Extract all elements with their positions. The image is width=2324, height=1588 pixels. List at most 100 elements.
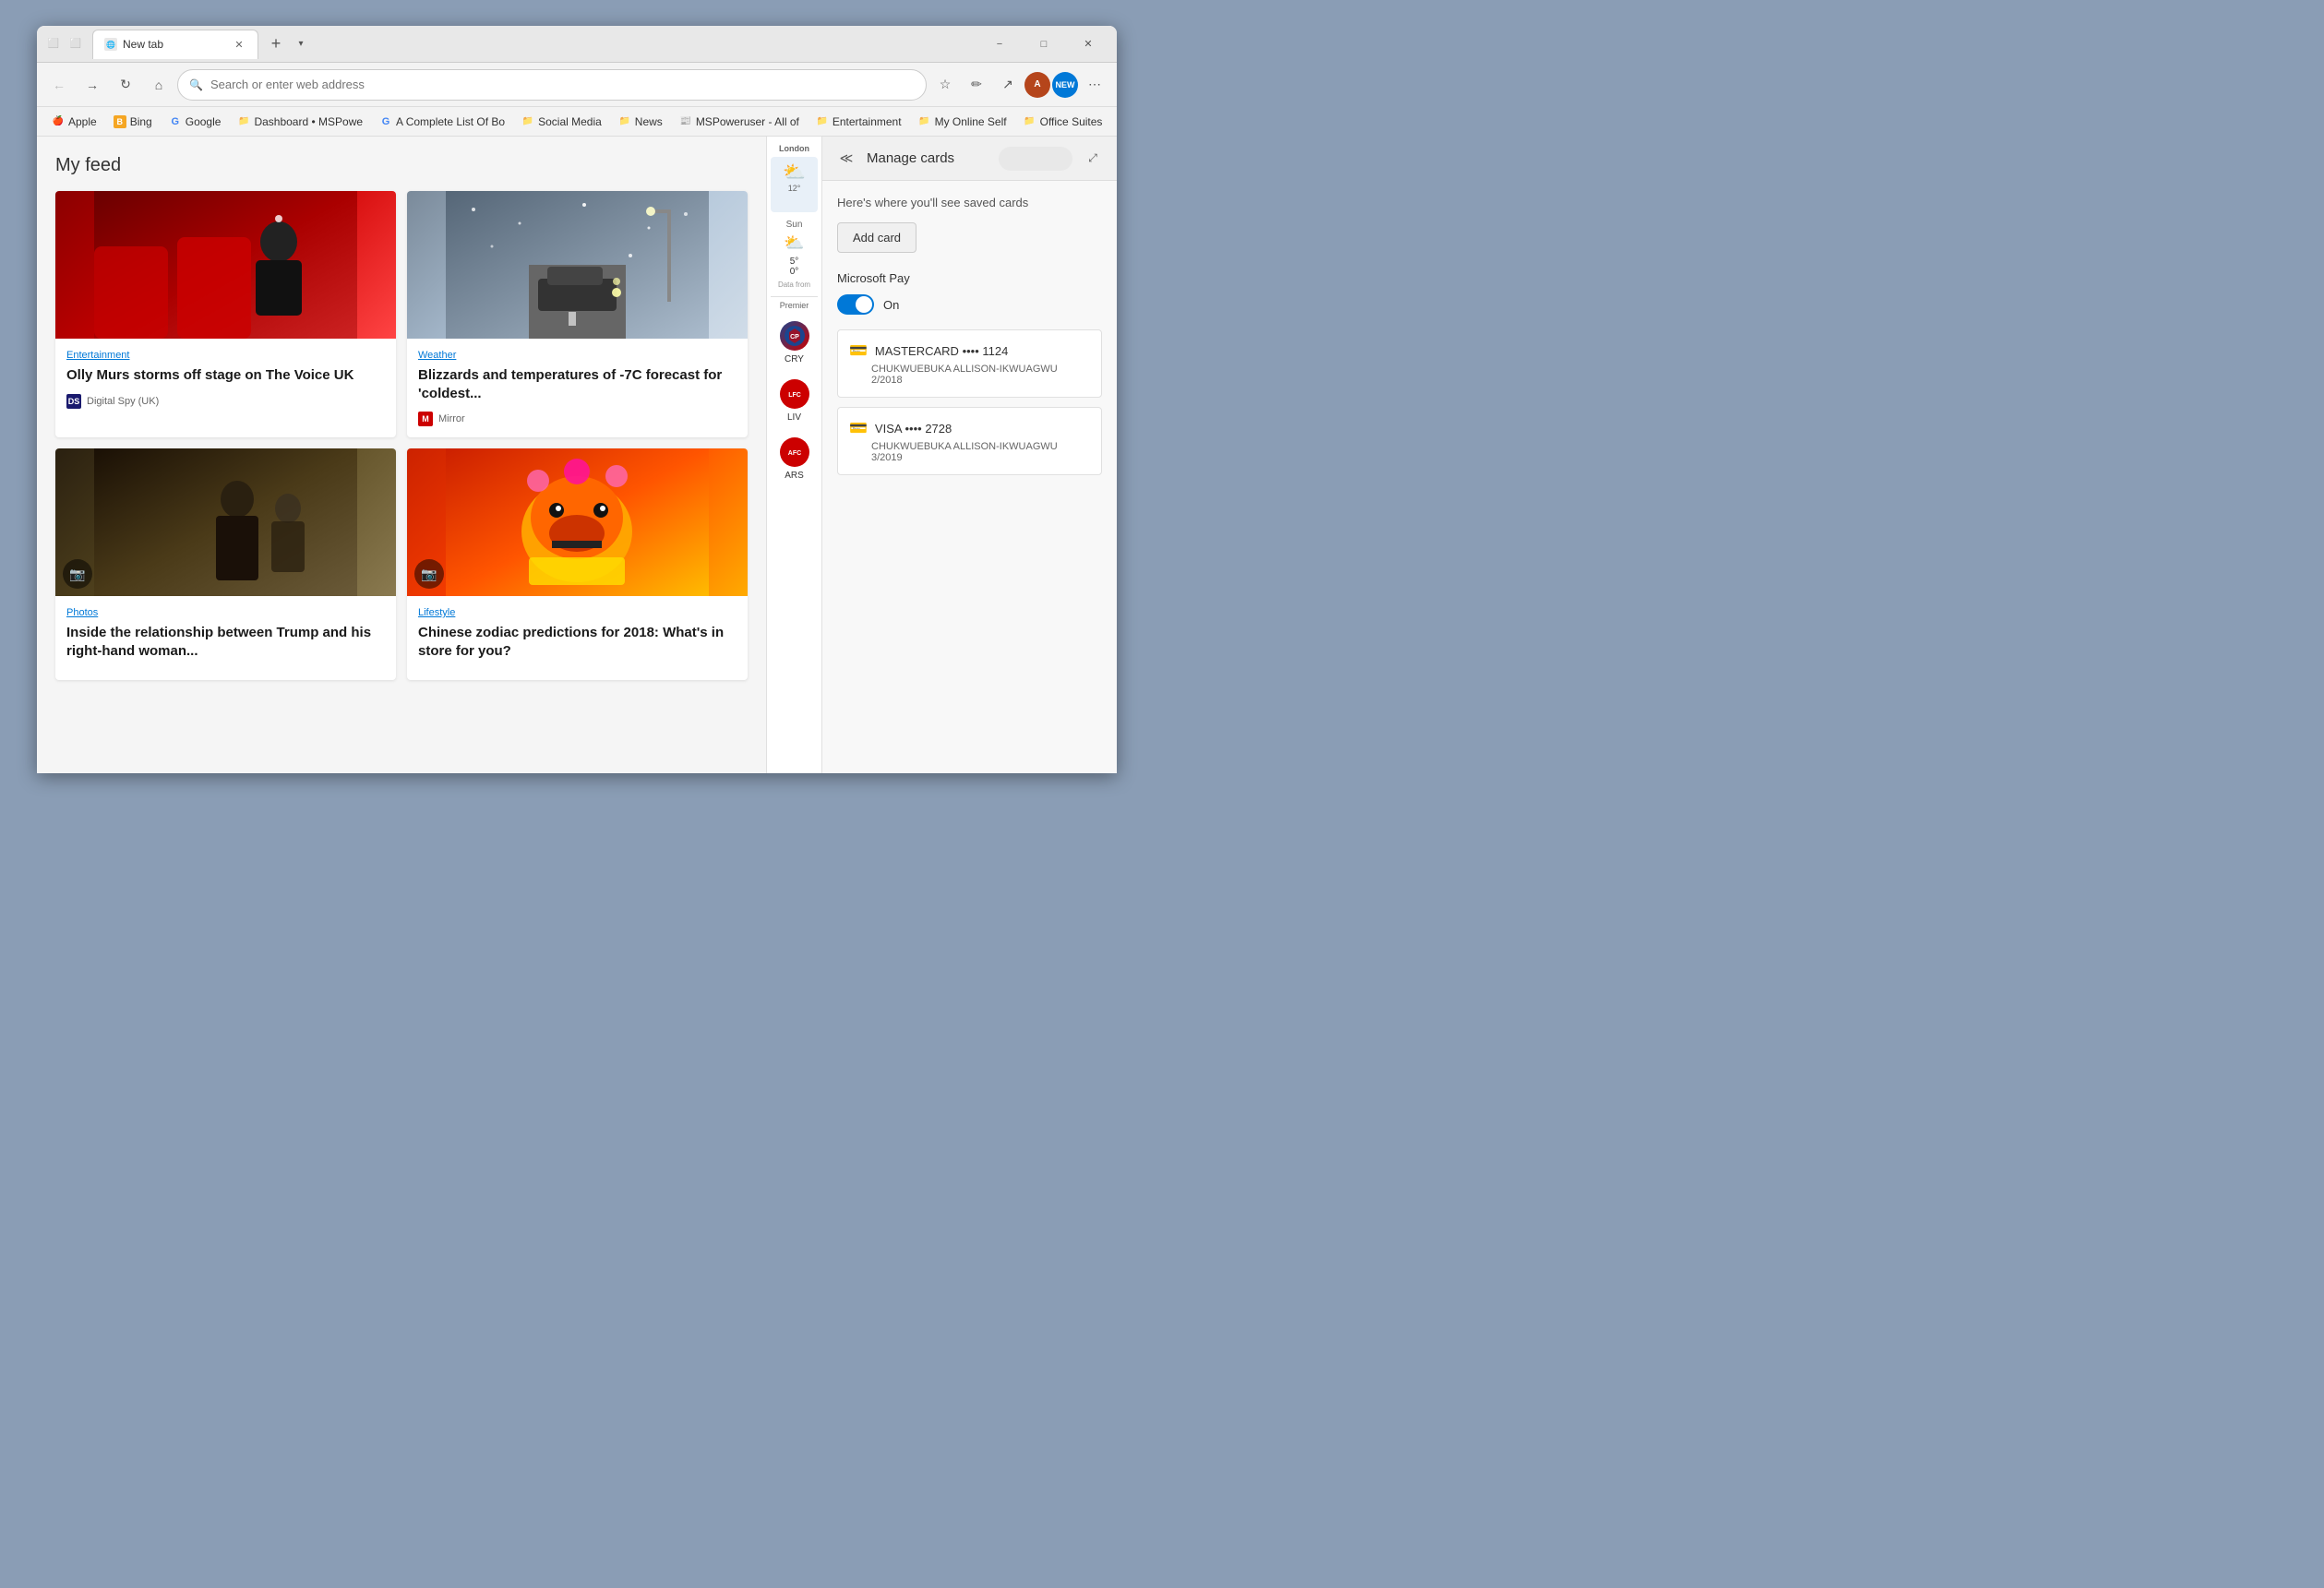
bookmark-dashboard[interactable]: 📁 Dashboard • MSPowe	[230, 113, 370, 131]
weather-data-source: Data from	[771, 281, 818, 289]
feed-card-4[interactable]: 📷 Lifestyle Chinese zodiac predictions f…	[407, 448, 748, 680]
team-liv[interactable]: LFC LIV	[771, 372, 818, 430]
team-cry-badge: CP	[780, 321, 809, 351]
bookmark-google[interactable]: G Google	[162, 113, 229, 131]
weather-forecast: Sun ⛅ 5° 0°	[771, 220, 818, 277]
card2-source-logo: M	[418, 412, 433, 426]
panel-expand-btn[interactable]: ⤢	[1080, 146, 1106, 172]
forecast-high: 5°	[771, 257, 818, 267]
msp-favicon: 📰	[679, 115, 692, 128]
feed-title: My feed	[55, 155, 748, 176]
team-ars[interactable]: AFC ARS	[771, 430, 818, 488]
bookmark-completelist-label: A Complete List Of Bo	[396, 115, 505, 128]
card-mc-dots: ••••	[963, 344, 979, 358]
card-visa-number: VISA •••• 2728	[875, 422, 952, 436]
bookmark-bing[interactable]: B Bing	[106, 113, 160, 131]
card3-image: 📷	[55, 448, 396, 596]
tab-dropdown-btn[interactable]: ▾	[290, 33, 312, 55]
refresh-btn[interactable]: ↻	[111, 70, 140, 100]
address-input[interactable]	[210, 78, 915, 91]
bookmark-entertainment[interactable]: 📁 Entertainment	[809, 113, 909, 131]
window-buttons: − □ ✕	[978, 30, 1109, 59]
sports-section-label: Premier	[771, 301, 818, 310]
share-btn[interactable]: ↗	[993, 70, 1023, 100]
new-badge[interactable]: NEW	[1052, 72, 1078, 98]
forecast-label: Sun	[771, 220, 818, 230]
card3-category[interactable]: Photos	[66, 607, 385, 618]
card-mc-last4: 1124	[982, 344, 1008, 358]
card-mc-header: 💳 MASTERCARD •••• 1124	[849, 341, 1090, 360]
svg-text:AFC: AFC	[787, 450, 800, 457]
feed-card-3[interactable]: 📷 Photos Inside the relationship between…	[55, 448, 396, 680]
weather-widget: London ⛅ 12° Sun ⛅ 5° 0° Data from	[771, 144, 818, 289]
maximize-btn[interactable]: □	[1023, 30, 1065, 59]
panel-title: Manage cards	[867, 150, 991, 166]
forecast-icon: ⛅	[771, 233, 818, 253]
active-tab[interactable]: 🌐 New tab ✕	[92, 30, 258, 59]
panel-back-btn[interactable]: ≪	[833, 146, 859, 172]
card2-category[interactable]: Weather	[418, 350, 737, 361]
bookmarks-bar: 🍎 Apple B Bing G Google 📁 Dashboard • MS…	[37, 107, 1117, 137]
card4-title: Chinese zodiac predictions for 2018: Wha…	[418, 624, 737, 660]
bookmark-apple[interactable]: 🍎 Apple	[44, 113, 104, 131]
google-favicon-2: G	[379, 115, 392, 128]
bookmark-dashboard-label: Dashboard • MSPowe	[254, 115, 363, 128]
bookmark-officesuites-label: Office Suites	[1040, 115, 1103, 128]
back-page-btn[interactable]: ⬜	[44, 35, 63, 54]
team-cry[interactable]: CP CRY	[771, 314, 818, 372]
forecast-low: 0°	[771, 267, 818, 277]
bookmark-officesuites[interactable]: 📁 Office Suites	[1016, 113, 1110, 131]
bookmark-mspoweruser[interactable]: 📰 MSPoweruser - All of	[672, 113, 807, 131]
folder-icon-entertainment: 📁	[816, 115, 829, 128]
svg-text:🌐: 🌐	[106, 40, 115, 49]
feed-card-2[interactable]: Weather Blizzards and temperatures of -7…	[407, 191, 748, 437]
tab-close-btn[interactable]: ✕	[232, 37, 246, 52]
team-ars-badge: AFC	[780, 437, 809, 467]
bookmark-apple-label: Apple	[68, 115, 97, 128]
card2-title: Blizzards and temperatures of -7C foreca…	[418, 366, 737, 402]
forward-page-btn[interactable]: ⬜	[66, 35, 85, 54]
card1-source-name: Digital Spy (UK)	[87, 396, 159, 407]
bookmark-myonlineself[interactable]: 📁 My Online Self	[911, 113, 1014, 131]
card-entry-mastercard: 💳 MASTERCARD •••• 1124 CHUKWUEBUKA ALLIS…	[837, 329, 1102, 398]
card3-camera-icon: 📷	[63, 559, 92, 589]
feed-card-1[interactable]: Entertainment Olly Murs storms off stage…	[55, 191, 396, 437]
bookmark-news-label: News	[635, 115, 663, 128]
weather-location: London	[771, 144, 818, 153]
tab-favicon: 🌐	[104, 38, 117, 51]
bookmarks-more-btn[interactable]: »	[1111, 112, 1117, 132]
panel-subtitle: Here's where you'll see saved cards	[837, 196, 1102, 209]
team-ars-abbr: ARS	[785, 471, 804, 481]
card-visa-expiry: 3/2019	[871, 452, 1090, 463]
more-btn[interactable]: ⋯	[1080, 70, 1109, 100]
profile-btn[interactable]: A	[1024, 72, 1050, 98]
microsoft-pay-toggle[interactable]	[837, 294, 874, 315]
address-bar[interactable]: 🔍	[177, 69, 927, 101]
bookmark-socialmedia[interactable]: 📁 Social Media	[514, 113, 609, 131]
card-mc-expiry: 2/2018	[871, 375, 1090, 386]
bookmark-bing-label: Bing	[130, 115, 152, 128]
tab-title: New tab	[123, 38, 226, 51]
team-cry-abbr: CRY	[785, 354, 804, 364]
forward-btn[interactable]: →	[78, 70, 107, 100]
home-btn[interactable]: ⌂	[144, 70, 174, 100]
favorites-btn[interactable]: ☆	[930, 70, 960, 100]
tab-bar: 🌐 New tab ✕ + ▾	[92, 30, 978, 59]
card4-image: 📷	[407, 448, 748, 596]
close-btn[interactable]: ✕	[1067, 30, 1109, 59]
notes-btn[interactable]: ✏	[962, 70, 991, 100]
bookmark-news[interactable]: 📁 News	[611, 113, 670, 131]
new-tab-btn[interactable]: +	[262, 30, 290, 58]
team-liv-abbr: LIV	[787, 412, 801, 423]
folder-icon-news: 📁	[618, 115, 631, 128]
bookmark-mspoweruser-label: MSPoweruser - All of	[696, 115, 799, 128]
minimize-btn[interactable]: −	[978, 30, 1021, 59]
feed-area: My feed	[37, 137, 766, 773]
card4-category[interactable]: Lifestyle	[418, 607, 737, 618]
bookmark-completelist[interactable]: G A Complete List Of Bo	[372, 113, 512, 131]
card1-category[interactable]: Entertainment	[66, 350, 385, 361]
card-entry-visa: 💳 VISA •••• 2728 CHUKWUEBUKA ALLISON-IKW…	[837, 407, 1102, 475]
add-card-btn[interactable]: Add card	[837, 222, 916, 253]
panel-search-box[interactable]	[999, 147, 1072, 171]
back-btn[interactable]: ←	[44, 70, 74, 100]
